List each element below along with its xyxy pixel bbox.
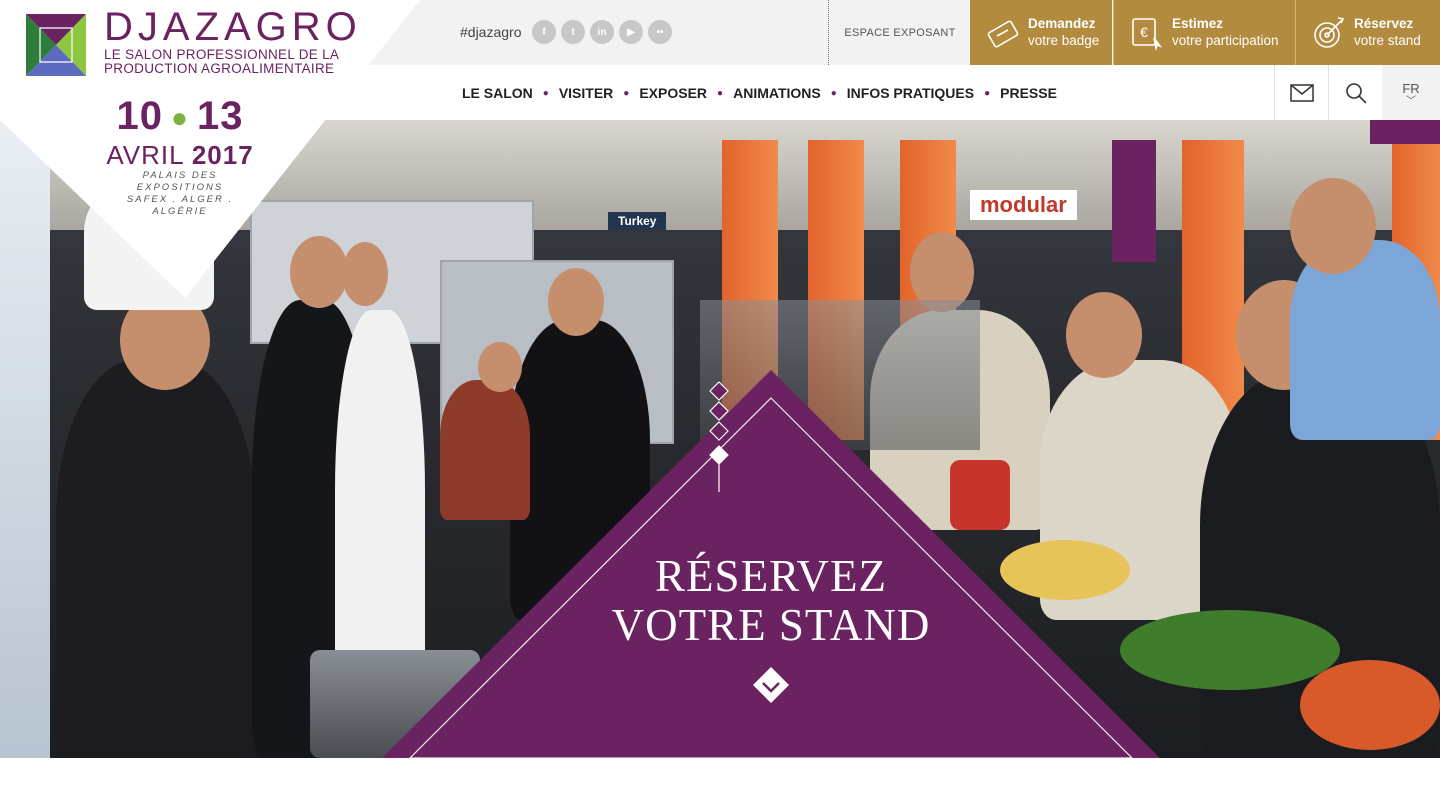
month: AVRIL xyxy=(106,140,184,171)
brand-tagline: PRODUCTION AGROALIMENTAIRE xyxy=(104,61,335,76)
cta-subtitle: votre badge xyxy=(1028,33,1100,48)
cta-subtitle: votre participation xyxy=(1172,33,1279,48)
nav-item-presse[interactable]: PRESSE xyxy=(1000,85,1057,101)
reserve-stand-button[interactable]: Réservez votre stand xyxy=(1295,0,1440,65)
svg-text:€: € xyxy=(1140,24,1148,40)
nav-separator: ● xyxy=(830,87,837,99)
diamond-ornament xyxy=(709,381,729,492)
nav-item-animations[interactable]: ANIMATIONS xyxy=(733,85,821,101)
hashtag[interactable]: #djazagro xyxy=(460,24,522,40)
cta-title: Demandez xyxy=(1028,16,1096,31)
search-icon xyxy=(1345,82,1367,104)
reserve-stand-label: RÉSERVEZ VOTRE STAND xyxy=(382,552,1160,650)
year: 2017 xyxy=(191,140,254,171)
language-selector[interactable]: FR ﹀ xyxy=(1382,65,1440,120)
nav-item-exposer[interactable]: EXPOSER xyxy=(639,85,707,101)
language-label: FR xyxy=(1402,81,1420,96)
page-bottom xyxy=(0,758,1440,810)
social-links: f t in ▶ •• xyxy=(532,20,672,44)
flickr-icon[interactable]: •• xyxy=(648,20,672,44)
euro-icon: € xyxy=(1132,17,1163,51)
dot-separator: ● xyxy=(171,102,189,134)
cta-title: Estimez xyxy=(1172,16,1224,31)
chevron-down-icon: ﹀ xyxy=(1406,96,1416,107)
youtube-icon[interactable]: ▶ xyxy=(619,20,643,44)
person-figure xyxy=(1290,240,1440,440)
nav-item-infos-pratiques[interactable]: INFOS PRATIQUES xyxy=(847,85,974,101)
facebook-icon[interactable]: f xyxy=(532,20,556,44)
cta-line-2: VOTRE STAND xyxy=(611,600,931,650)
chevron-down-icon[interactable] xyxy=(752,666,790,704)
vegetables xyxy=(1300,660,1440,750)
event-days: 10 ● 13 xyxy=(100,94,260,140)
event-month: AVRIL 2017 xyxy=(100,140,260,170)
venue: SAFEX . ALGER . ALGÉRIE xyxy=(126,194,234,218)
target-icon xyxy=(1314,16,1345,48)
modular-sign: modular xyxy=(970,190,1077,220)
search-button[interactable] xyxy=(1328,65,1382,120)
venue: PALAIS DES EXPOSITIONS xyxy=(136,170,224,194)
estimate-participation-button[interactable]: € Estimez votre participation xyxy=(1113,0,1295,65)
cta-title: Réservez xyxy=(1354,16,1414,31)
brand-name[interactable]: DJAZAGRO xyxy=(104,6,362,48)
nav-item-visiter[interactable]: VISITER xyxy=(559,85,613,101)
brand: DJAZAGRO LE SALON PROFESSIONNEL DE LA PR… xyxy=(104,6,362,76)
purple-banner xyxy=(1112,140,1156,262)
twitter-icon[interactable]: t xyxy=(561,20,585,44)
request-badge-button[interactable]: Demandez votre badge xyxy=(970,0,1112,65)
purple-banner xyxy=(1370,120,1440,144)
djazagro-logo-icon[interactable] xyxy=(26,14,86,76)
day-end: 13 xyxy=(196,94,244,138)
nav-item-le-salon[interactable]: LE SALON xyxy=(462,85,533,101)
nav-separator: ● xyxy=(984,87,991,99)
espace-exposant-link[interactable]: ESPACE EXPOSANT xyxy=(828,0,971,65)
badge-icon xyxy=(987,20,1019,47)
mail-button[interactable] xyxy=(1274,65,1328,120)
brand-tagline: LE SALON PROFESSIONNEL DE LA xyxy=(104,47,340,62)
cta-subtitle: votre stand xyxy=(1354,33,1421,48)
nav-separator: ● xyxy=(623,87,630,99)
mail-icon xyxy=(1289,83,1314,102)
turkey-sign: Turkey xyxy=(608,212,667,230)
chef-figure xyxy=(56,360,256,758)
person-head xyxy=(548,268,604,336)
nav-separator: ● xyxy=(542,87,549,99)
linkedin-icon[interactable]: in xyxy=(590,20,614,44)
main-nav: LE SALON ● VISITER ● EXPOSER ● ANIMATION… xyxy=(462,85,1057,101)
day-start: 10 xyxy=(116,94,164,138)
cta-line-1: RÉSERVEZ xyxy=(655,551,887,601)
person-head xyxy=(1290,178,1376,274)
event-dates: 10 ● 13 AVRIL 2017 PALAIS DES EXPOSITIONS … xyxy=(100,94,260,218)
person-head xyxy=(1066,292,1142,378)
nav-separator: ● xyxy=(717,87,724,99)
